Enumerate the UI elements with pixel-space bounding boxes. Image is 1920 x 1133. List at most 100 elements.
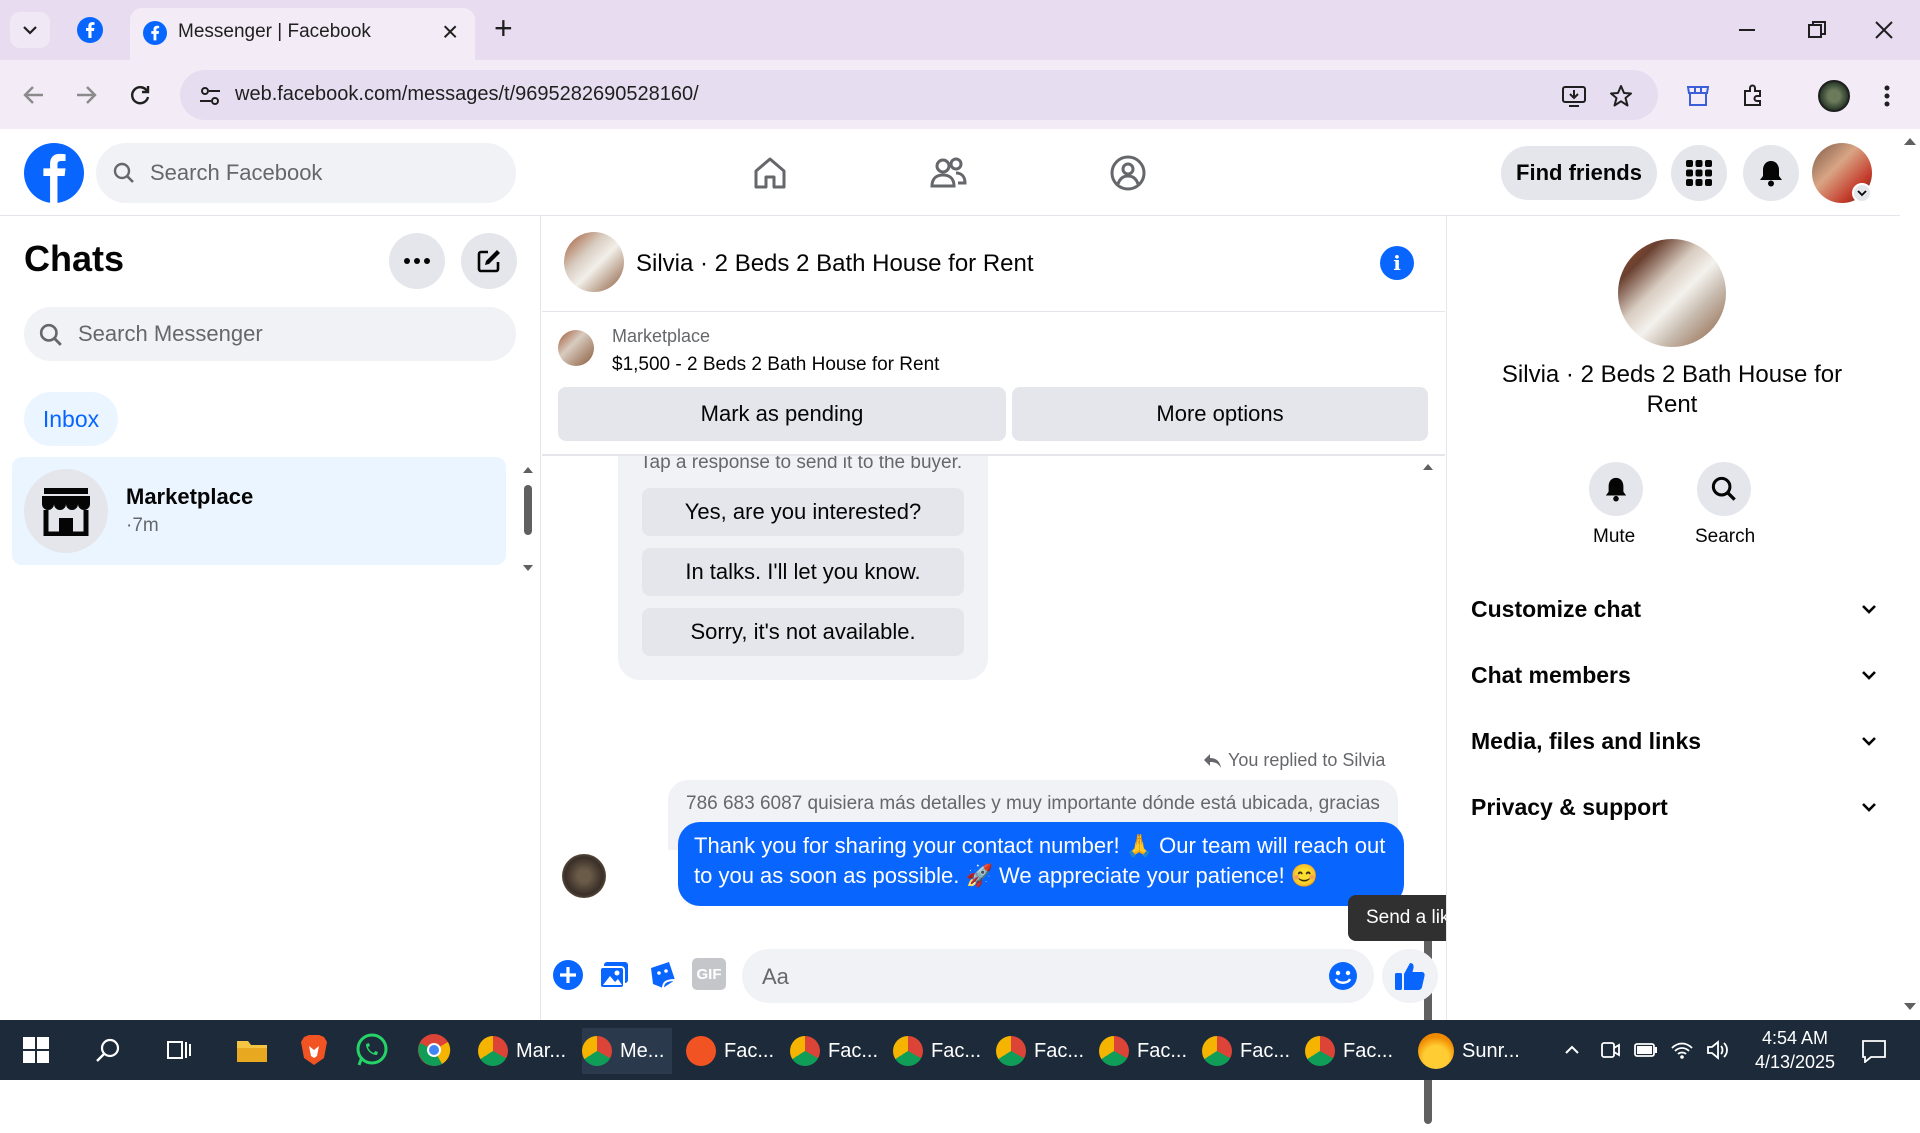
info-panel-avatar[interactable] [1618, 239, 1726, 347]
menu-grid-button[interactable] [1671, 145, 1727, 201]
conversation-avatar[interactable] [564, 232, 624, 292]
taskbar-window[interactable]: Fac... [893, 1028, 983, 1074]
gif-icon[interactable]: GIF [692, 958, 726, 990]
more-dots-icon [404, 258, 430, 264]
facebook-logo[interactable] [24, 143, 84, 203]
send-like-thumbs-up-icon[interactable] [1382, 949, 1438, 1003]
attach-photo-icon[interactable] [596, 957, 632, 993]
mute-button[interactable] [1589, 462, 1643, 516]
meet-now-icon[interactable] [1596, 1036, 1624, 1064]
url-text[interactable]: web.facebook.com/messages/t/969528269052… [235, 83, 699, 106]
shopping-icon[interactable] [1680, 78, 1716, 114]
quick-reply-hint: Tap a response to send it to the buyer. [640, 456, 963, 473]
bookmark-star-icon[interactable] [1605, 80, 1637, 112]
chat-list-item[interactable]: Marketplace ·7m [12, 457, 506, 565]
tab-search-button[interactable] [10, 12, 50, 48]
new-message-button[interactable] [461, 233, 517, 289]
chats-options-button[interactable] [389, 233, 445, 289]
weather-widget[interactable]: Sunr... [1418, 1028, 1534, 1074]
find-friends-button[interactable]: Find friends [1501, 146, 1657, 200]
conversation-title[interactable]: Silvia · 2 Beds 2 Bath House for Rent [636, 250, 1034, 278]
reply-indicator-text: You replied to Silvia [1228, 750, 1386, 770]
chrome-profile-icon [1202, 1036, 1232, 1066]
back-icon[interactable] [14, 76, 54, 114]
taskbar-clock[interactable]: 4:54 AM 4/13/2025 [1740, 1026, 1850, 1076]
section-media-files-links[interactable]: Media, files and links [1471, 722, 1881, 762]
wifi-icon[interactable] [1668, 1036, 1696, 1064]
bell-icon [1605, 477, 1627, 502]
emoji-icon[interactable] [1326, 959, 1360, 993]
taskbar-window[interactable]: Fac... [996, 1028, 1086, 1074]
task-view-icon[interactable] [158, 1030, 202, 1070]
listing-summary[interactable]: $1,500 - 2 Beds 2 Bath House for Rent [612, 354, 939, 376]
section-customize-chat[interactable]: Customize chat [1471, 590, 1881, 630]
clock-time: 4:54 AM [1761, 1028, 1829, 1048]
search-icon [38, 322, 64, 348]
more-options-button[interactable]: More options [1012, 387, 1428, 441]
taskbar-window[interactable]: Me... [582, 1028, 672, 1074]
sender-avatar[interactable] [562, 854, 606, 898]
minimize-icon[interactable] [1725, 10, 1769, 50]
file-explorer-icon[interactable] [230, 1030, 274, 1070]
reload-icon[interactable] [120, 76, 160, 114]
quick-reply-option[interactable]: Yes, are you interested? [642, 488, 964, 536]
friends-icon[interactable] [920, 150, 976, 196]
quick-reply-option[interactable]: In talks. I'll let you know. [642, 548, 964, 596]
close-window-icon[interactable] [1862, 10, 1906, 50]
windows-start-icon[interactable] [14, 1030, 58, 1070]
sent-message[interactable]: Thank you for sharing your contact numbe… [678, 822, 1404, 906]
inbox-filter-tab[interactable]: Inbox [24, 392, 118, 446]
restore-icon[interactable] [1795, 10, 1839, 50]
chrome-icon[interactable] [412, 1030, 456, 1070]
more-actions-plus-icon[interactable] [550, 957, 586, 993]
page-scrollbar[interactable] [1900, 129, 1920, 1020]
section-privacy-support[interactable]: Privacy & support [1471, 788, 1881, 828]
taskbar-window-label: Fac... [1343, 1039, 1394, 1062]
weather-label: Sunr... [1462, 1039, 1520, 1062]
clock-date: 4/13/2025 [1754, 1052, 1836, 1072]
pinned-tab-facebook[interactable] [72, 12, 108, 48]
quick-reply-label: Sorry, it's not available. [690, 619, 916, 644]
account-avatar[interactable] [1812, 143, 1872, 203]
message-input[interactable]: Aa [742, 949, 1374, 1003]
taskbar-window-label: Fac... [931, 1039, 982, 1062]
taskbar-window[interactable]: Fac... [1099, 1028, 1189, 1074]
taskbar-search-icon[interactable] [86, 1030, 130, 1070]
forward-icon[interactable] [66, 76, 106, 114]
search-conversation-button[interactable] [1697, 462, 1751, 516]
taskbar-window[interactable]: Mar... [478, 1028, 568, 1074]
site-info-icon[interactable] [196, 82, 224, 110]
section-label: Privacy & support [1471, 794, 1668, 820]
quick-reply-option[interactable]: Sorry, it's not available. [642, 608, 964, 656]
home-icon[interactable] [742, 150, 798, 196]
groups-icon[interactable] [1100, 150, 1156, 196]
chrome-menu-icon[interactable] [1872, 78, 1902, 114]
show-hidden-icons-chevron[interactable] [1558, 1036, 1586, 1064]
facebook-search[interactable]: Search Facebook [96, 143, 516, 203]
chat-list-scrollbar[interactable] [520, 461, 536, 577]
facebook-favicon-icon [140, 18, 170, 48]
taskbar-window[interactable]: Fac... [686, 1028, 776, 1074]
taskbar-window[interactable]: Fac... [790, 1028, 880, 1074]
conversation-info-icon[interactable]: i [1380, 246, 1414, 280]
notification-center-icon[interactable] [1854, 1034, 1894, 1068]
inbox-filter-label: Inbox [42, 405, 100, 432]
section-chat-members[interactable]: Chat members [1471, 656, 1881, 696]
profile-avatar[interactable] [1818, 80, 1850, 112]
extensions-icon[interactable] [1735, 78, 1771, 114]
battery-icon[interactable] [1632, 1036, 1660, 1064]
taskbar-window[interactable]: Fac... [1202, 1028, 1292, 1074]
install-app-icon[interactable] [1558, 80, 1590, 112]
conversation-pane: Silvia · 2 Beds 2 Bath House for Rent i … [542, 216, 1478, 1124]
volume-icon[interactable] [1704, 1036, 1732, 1064]
messenger-search[interactable]: Search Messenger [24, 307, 516, 361]
taskbar-window[interactable]: Fac... [1305, 1028, 1395, 1074]
whatsapp-icon[interactable] [350, 1030, 394, 1070]
tab-messenger[interactable]: Messenger | Facebook × [130, 8, 475, 60]
new-tab-button[interactable]: + [494, 10, 513, 47]
sticker-icon[interactable] [644, 957, 680, 993]
brave-browser-icon[interactable] [292, 1030, 336, 1070]
notifications-button[interactable] [1743, 145, 1799, 201]
close-tab-icon[interactable]: × [442, 16, 458, 48]
mark-pending-button[interactable]: Mark as pending [558, 387, 1006, 441]
